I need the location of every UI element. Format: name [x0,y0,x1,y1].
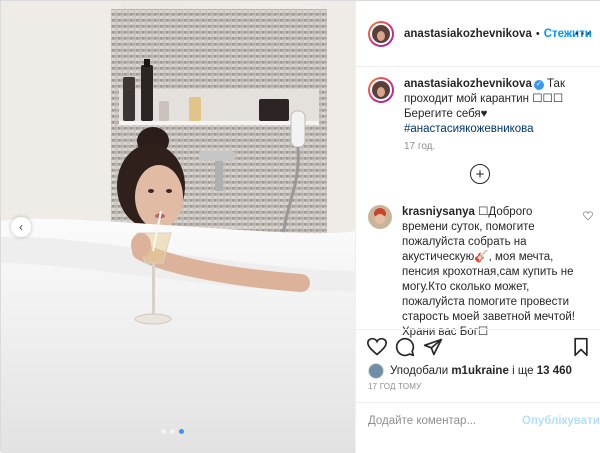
bathroom-photo [1,1,355,453]
likes-suffix: і ще [512,365,534,377]
header-separator: • [535,27,540,40]
caption-timestamp: 17 год. [404,141,436,152]
carousel-dot [161,429,166,434]
plus-circle-icon[interactable]: + [470,164,490,184]
likes-summary: Уподобали m1ukraine і ще 13 460 [368,363,572,379]
author-username[interactable]: anastasiakozhevnikova [404,28,532,40]
carousel-dot-active [179,429,184,434]
verified-badge-icon: ✓ [533,80,544,90]
liker-avatar[interactable] [368,363,384,379]
author-avatar[interactable] [368,20,394,47]
post-header: anastasiakozhevnikova • Стежити ··· [356,1,600,67]
comment-text: ☐Доброго времени суток, помогите пожалуй… [402,206,575,338]
caption-hashtag[interactable]: #анастасиякожевникова [404,123,534,135]
caption-username[interactable]: anastasiakozhevnikova [404,78,532,90]
bookmark-icon[interactable] [570,336,592,358]
likes-user[interactable]: m1ukraine [451,365,509,377]
post-photo[interactable]: ‹ [1,1,355,453]
caption-avatar[interactable] [368,77,394,103]
add-comment-bar: Опублікувати [356,402,600,438]
post-side-panel: anastasiakozhevnikova • Стежити ··· anas… [355,1,600,453]
comment-username[interactable]: krasniysanya [402,206,475,218]
comment-item: krasniysanya ☐Доброго времени суток, пом… [368,205,594,340]
post-modal: ‹ anastasiakozhevnikova • Стежити ··· an… [0,0,600,453]
caption-text-block: anastasiakozhevnikova ✓ Так проходит мой … [404,77,593,137]
comment-icon[interactable] [394,336,416,358]
comment-text-block: krasniysanya ☐Доброго времени суток, пом… [402,205,577,340]
carousel-dot [170,429,175,434]
carousel-prev-button[interactable]: ‹ [11,217,31,237]
comment-input[interactable] [368,414,522,427]
more-options-icon[interactable]: ··· [575,25,592,41]
post-caption: anastasiakozhevnikova ✓ Так проходит мой … [368,77,593,137]
carousel-indicator [161,429,184,434]
share-icon[interactable] [422,336,444,358]
likes-count[interactable]: 13 460 [537,365,572,377]
comment-like-heart-icon[interactable] [582,211,594,224]
publish-button[interactable]: Опублікувати [522,415,600,427]
heart-icon[interactable] [366,336,388,358]
chevron-left-icon: ‹ [19,220,23,234]
commenter-avatar[interactable] [368,205,392,229]
likes-prefix: Уподобали [390,365,449,377]
load-more-label: + [475,165,485,183]
post-actions-bar [356,329,600,363]
post-timestamp[interactable]: 17 ГОД ТОМУ [368,382,421,391]
